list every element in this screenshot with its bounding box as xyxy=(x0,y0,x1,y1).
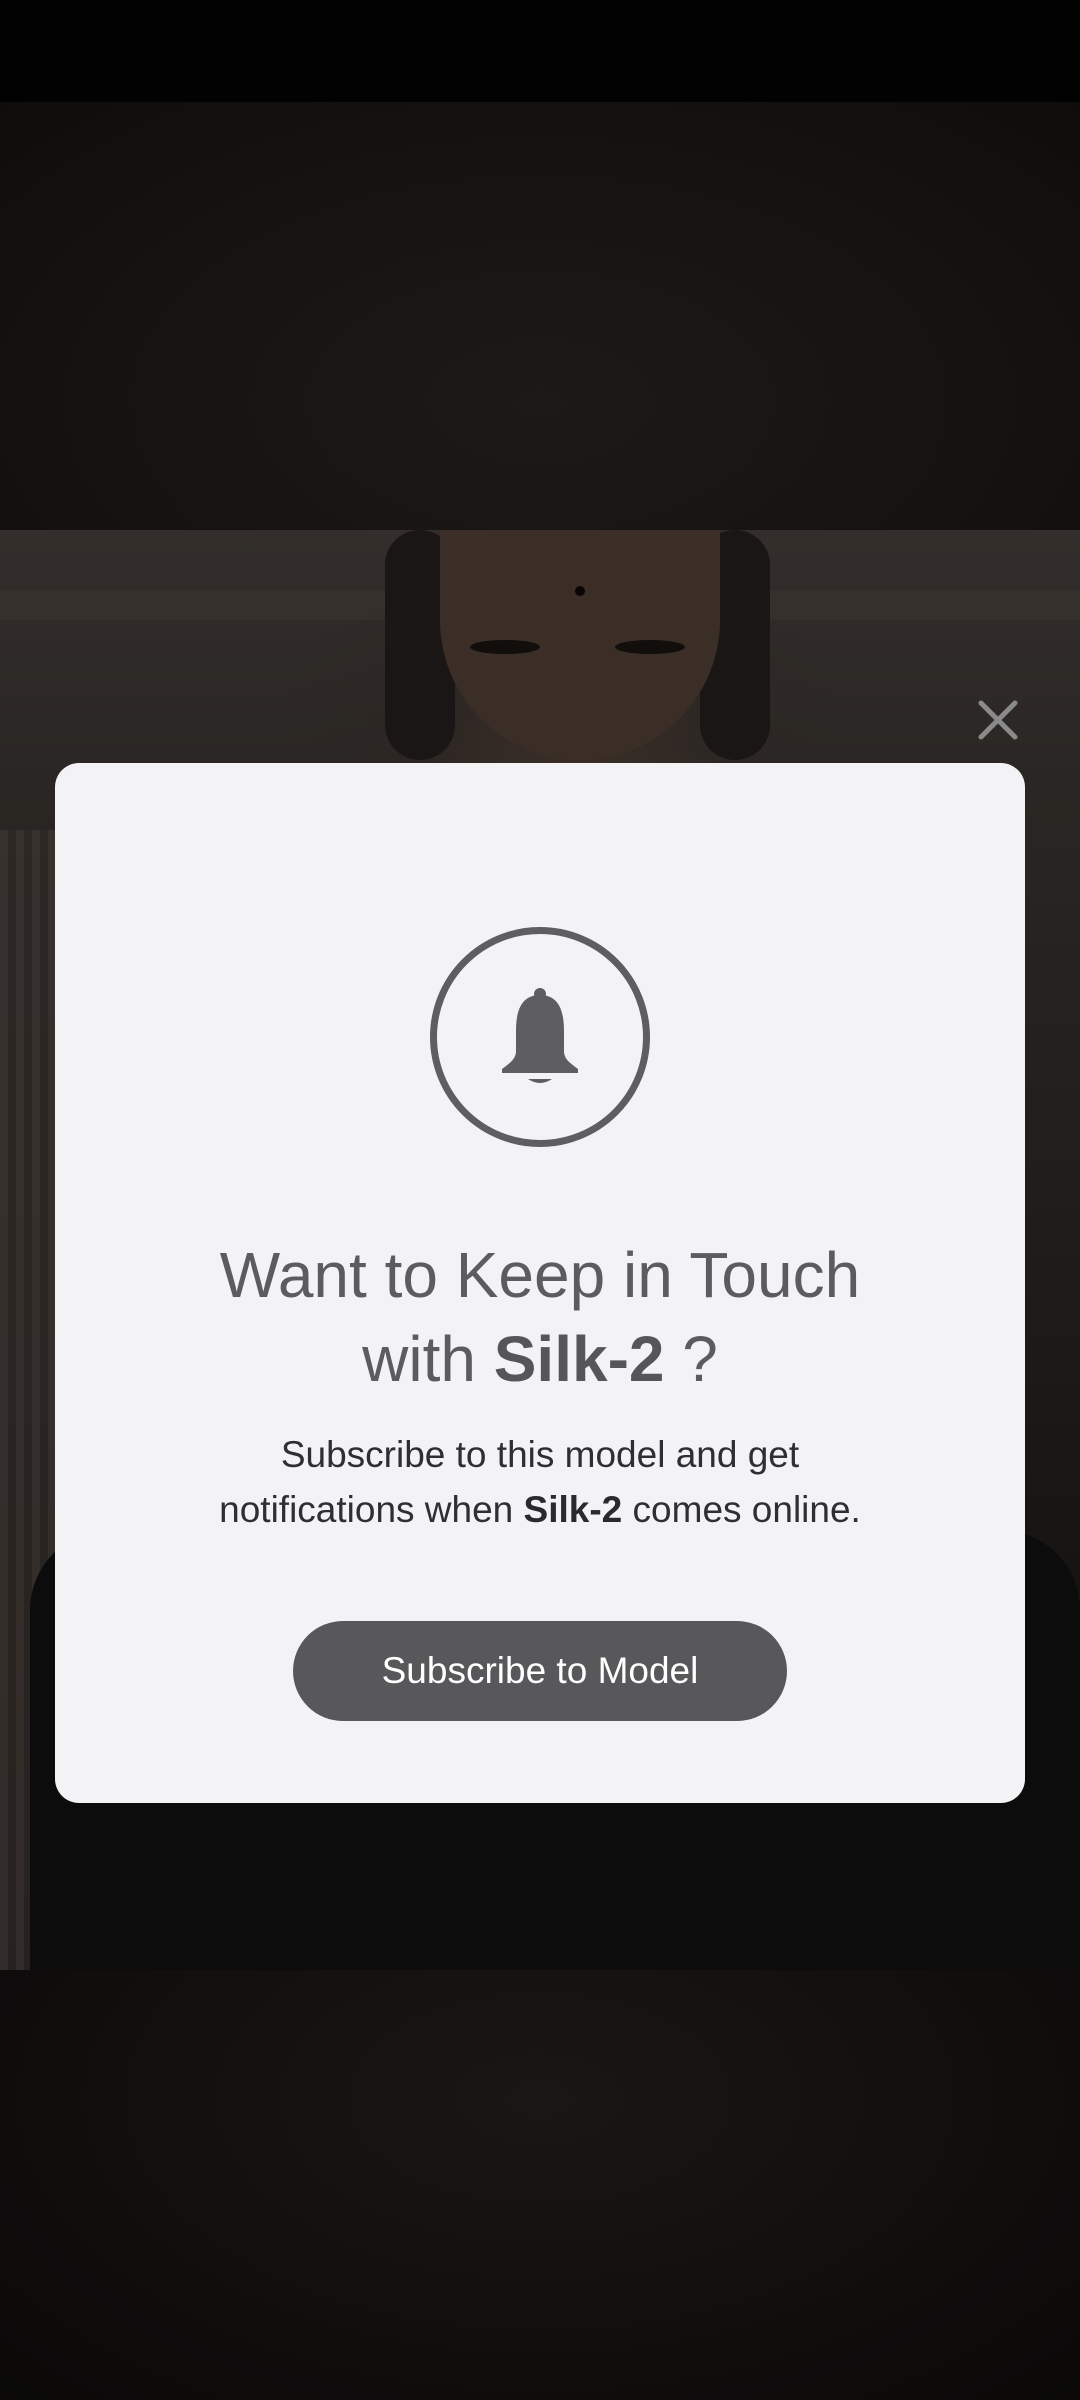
title-with-text: with xyxy=(362,1323,476,1395)
modal-description: Subscribe to this model and get notifica… xyxy=(55,1427,1025,1537)
eye-right xyxy=(615,640,685,654)
desc-line1: Subscribe to this model and get xyxy=(280,1434,800,1475)
title-model-name: Silk-2 xyxy=(493,1323,665,1395)
modal-title-line2: with Silk-2 ? xyxy=(55,1317,1025,1401)
subscribe-modal: Want to Keep in Touch with Silk-2 ? Subs… xyxy=(55,763,1025,1803)
blurred-background-bottom xyxy=(0,1970,1080,2400)
blurred-background-top xyxy=(0,102,1080,530)
modal-title: Want to Keep in Touch with Silk-2 ? xyxy=(55,1233,1025,1401)
subscribe-to-model-button[interactable]: Subscribe to Model xyxy=(293,1621,787,1721)
desc-prefix: notifications when xyxy=(219,1489,514,1530)
status-bar xyxy=(0,0,1080,102)
desc-suffix: comes online. xyxy=(632,1489,861,1530)
bell-icon-circle xyxy=(430,927,650,1147)
close-icon xyxy=(978,700,1018,740)
bell-icon xyxy=(502,988,578,1083)
desc-line2: notifications when Silk-2 comes online. xyxy=(55,1482,1025,1537)
eye-left xyxy=(470,640,540,654)
desc-model-name: Silk-2 xyxy=(523,1489,623,1530)
bindi xyxy=(575,586,585,596)
close-button[interactable] xyxy=(972,694,1024,746)
modal-title-line1: Want to Keep in Touch xyxy=(219,1239,861,1311)
title-suffix: ? xyxy=(664,1323,718,1395)
